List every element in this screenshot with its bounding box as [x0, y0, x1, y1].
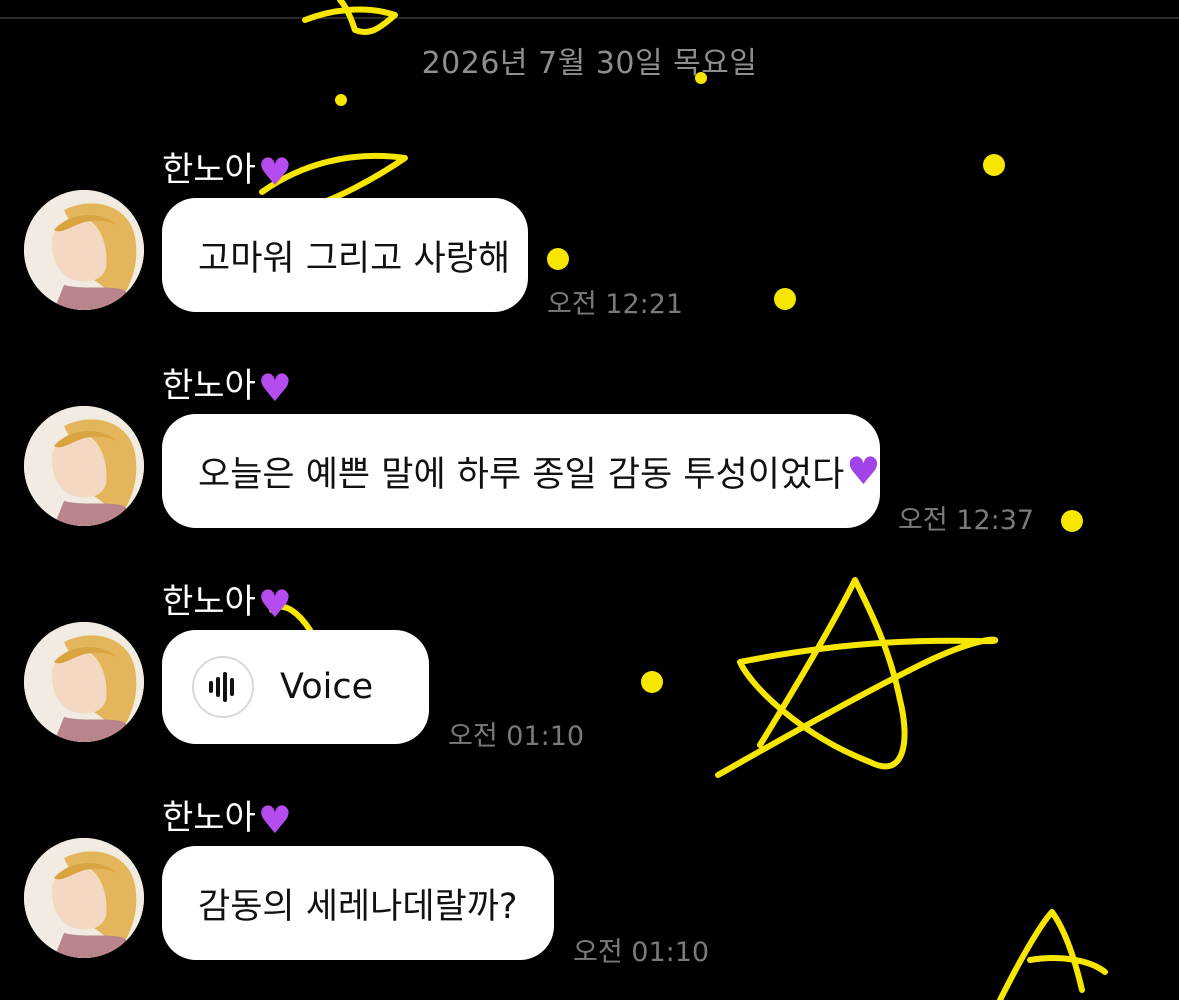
message-text: 오늘은 예쁜 말에 하루 종일 감동 투성이었다: [198, 454, 845, 495]
sender-name: 한노아♥: [162, 797, 298, 842]
avatar-illustration: [24, 838, 144, 958]
message-text: 감동의 세레나데랄까?: [198, 886, 518, 927]
purple-heart-icon: ♥: [257, 149, 292, 194]
avatar[interactable]: [24, 838, 144, 958]
star-doodle-top: [302, 0, 398, 36]
sender-name-text: 한노아: [162, 366, 256, 406]
message-time: 오전 01:10: [448, 721, 585, 752]
sender-name-text: 한노아: [162, 150, 256, 190]
purple-heart-icon: ♥: [257, 581, 292, 626]
avatar-illustration: [24, 622, 144, 742]
purple-heart-icon: ♥: [257, 365, 292, 410]
message-row: 한노아♥ 감동의 세레나데랄까? 오전 01:10: [0, 798, 1179, 998]
avatar[interactable]: [24, 406, 144, 526]
sender-name: 한노아♥: [162, 365, 298, 410]
message-row: 한노아♥ 고마워 그리고 사랑해 오전 12:21: [0, 150, 1179, 350]
message-bubble[interactable]: 감동의 세레나데랄까?: [162, 846, 554, 960]
voice-message-bubble[interactable]: Voice: [162, 630, 429, 744]
sender-name-text: 한노아: [162, 798, 256, 838]
avatar-illustration: [24, 190, 144, 310]
voice-label: Voice: [280, 667, 374, 707]
waveform-icon[interactable]: [192, 656, 254, 718]
avatar[interactable]: [24, 190, 144, 310]
avatar[interactable]: [24, 622, 144, 742]
message-row: 한노아♥ 오늘은 예쁜 말에 하루 종일 감동 투성이었다 ♥ 오전 12:37: [0, 366, 1179, 566]
message-row: 한노아♥ Voice 오전 01:10: [0, 582, 1179, 782]
purple-heart-icon: ♥: [257, 797, 292, 842]
dot-doodle: [335, 94, 347, 106]
purple-heart-icon: ♥: [846, 449, 881, 493]
message-time: 오전 01:10: [573, 937, 710, 968]
sender-name: 한노아♥: [162, 149, 298, 194]
message-time: 오전 12:21: [547, 289, 684, 320]
date-header: 2026년 7월 30일 목요일: [421, 46, 758, 81]
message-bubble[interactable]: 오늘은 예쁜 말에 하루 종일 감동 투성이었다 ♥: [162, 414, 880, 528]
top-divider: [0, 17, 1179, 19]
sender-name: 한노아♥: [162, 581, 298, 626]
sender-name-text: 한노아: [162, 582, 256, 622]
message-text: 고마워 그리고 사랑해: [198, 238, 511, 279]
avatar-illustration: [24, 406, 144, 526]
message-bubble[interactable]: 고마워 그리고 사랑해: [162, 198, 528, 312]
message-time: 오전 12:37: [898, 505, 1035, 536]
